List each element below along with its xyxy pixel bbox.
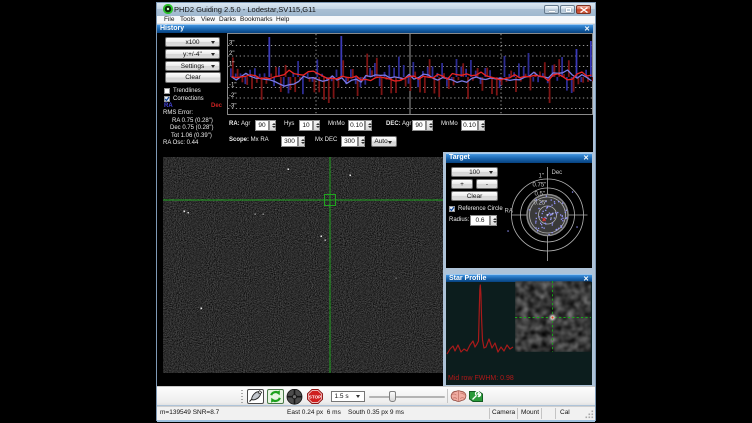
svg-text:-2": -2": [229, 93, 236, 99]
svg-text:1": 1": [229, 61, 234, 67]
svg-text:0.75": 0.75": [533, 183, 547, 189]
svg-text:0.5": 0.5": [535, 192, 545, 198]
svg-text:3": 3": [229, 40, 234, 46]
svg-text:Dec: Dec: [552, 170, 563, 176]
svg-text:STOP: STOP: [309, 395, 321, 400]
svg-text:0.25": 0.25": [534, 201, 548, 207]
svg-text:1": 1": [539, 174, 544, 180]
svg-text:RA: RA: [505, 209, 513, 215]
svg-text:2": 2": [229, 51, 234, 57]
svg-text:-3": -3": [229, 103, 236, 109]
svg-text:-1": -1": [229, 82, 236, 88]
